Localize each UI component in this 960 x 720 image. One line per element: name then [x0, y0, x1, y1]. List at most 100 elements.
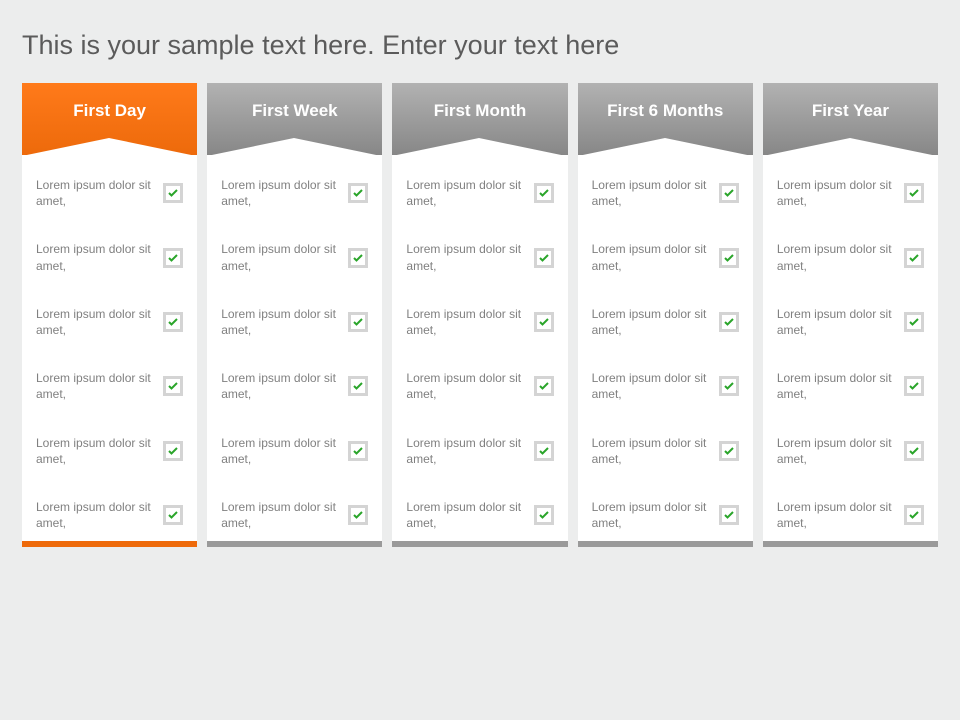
- list-item: Lorem ipsum dolor sit amet,: [777, 370, 924, 402]
- list-item-text: Lorem ipsum dolor sit amet,: [36, 177, 155, 209]
- check-icon: [163, 441, 183, 461]
- list-item: Lorem ipsum dolor sit amet,: [406, 306, 553, 338]
- list-item: Lorem ipsum dolor sit amet,: [406, 435, 553, 467]
- list-item: Lorem ipsum dolor sit amet,: [221, 177, 368, 209]
- list-item: Lorem ipsum dolor sit amet,: [406, 177, 553, 209]
- check-icon: [348, 505, 368, 525]
- column-body: Lorem ipsum dolor sit amet, Lorem ipsum d…: [392, 155, 567, 541]
- check-icon: [534, 248, 554, 268]
- check-icon: [348, 376, 368, 396]
- list-item-text: Lorem ipsum dolor sit amet,: [221, 241, 340, 273]
- column-footer-bar: [22, 541, 197, 547]
- list-item: Lorem ipsum dolor sit amet,: [777, 241, 924, 273]
- check-icon: [534, 505, 554, 525]
- check-icon: [904, 376, 924, 396]
- check-icon: [163, 183, 183, 203]
- check-icon: [719, 183, 739, 203]
- check-icon: [163, 376, 183, 396]
- check-icon: [348, 248, 368, 268]
- list-item-text: Lorem ipsum dolor sit amet,: [406, 177, 525, 209]
- timeline-column: First WeekLorem ipsum dolor sit amet,Lor…: [207, 83, 382, 547]
- check-icon: [534, 441, 554, 461]
- list-item-text: Lorem ipsum dolor sit amet,: [777, 177, 896, 209]
- column-header: First Week: [207, 83, 382, 155]
- list-item: Lorem ipsum dolor sit amet,: [406, 241, 553, 273]
- list-item: Lorem ipsum dolor sit amet,: [777, 499, 924, 531]
- timeline-column: First 6 MonthsLorem ipsum dolor sit amet…: [578, 83, 753, 547]
- list-item: Lorem ipsum dolor sit amet,: [592, 306, 739, 338]
- check-icon: [719, 312, 739, 332]
- column-footer-bar: [578, 541, 753, 547]
- list-item-text: Lorem ipsum dolor sit amet,: [592, 499, 711, 531]
- column-header: First Day: [22, 83, 197, 155]
- list-item-text: Lorem ipsum dolor sit amet,: [592, 435, 711, 467]
- list-item: Lorem ipsum dolor sit amet,: [221, 370, 368, 402]
- check-icon: [348, 312, 368, 332]
- list-item-text: Lorem ipsum dolor sit amet,: [221, 177, 340, 209]
- list-item-text: Lorem ipsum dolor sit amet,: [777, 435, 896, 467]
- check-icon: [163, 312, 183, 332]
- list-item: Lorem ipsum dolor sit amet,: [592, 177, 739, 209]
- list-item-text: Lorem ipsum dolor sit amet,: [406, 499, 525, 531]
- column-header: First 6 Months: [578, 83, 753, 155]
- check-icon: [534, 312, 554, 332]
- list-item-text: Lorem ipsum dolor sit amet,: [406, 370, 525, 402]
- check-icon: [163, 505, 183, 525]
- list-item-text: Lorem ipsum dolor sit amet,: [406, 435, 525, 467]
- list-item-text: Lorem ipsum dolor sit amet,: [36, 306, 155, 338]
- list-item: Lorem ipsum dolor sit amet,: [406, 370, 553, 402]
- column-body: Lorem ipsum dolor sit amet, Lorem ipsum d…: [763, 155, 938, 541]
- column-body: Lorem ipsum dolor sit amet, Lorem ipsum d…: [207, 155, 382, 541]
- list-item-text: Lorem ipsum dolor sit amet,: [592, 241, 711, 273]
- check-icon: [348, 441, 368, 461]
- column-body: Lorem ipsum dolor sit amet, Lorem ipsum d…: [22, 155, 197, 541]
- column-header: First Month: [392, 83, 567, 155]
- list-item: Lorem ipsum dolor sit amet,: [221, 306, 368, 338]
- check-icon: [719, 376, 739, 396]
- check-icon: [719, 248, 739, 268]
- list-item: Lorem ipsum dolor sit amet,: [221, 435, 368, 467]
- list-item-text: Lorem ipsum dolor sit amet,: [221, 306, 340, 338]
- list-item: Lorem ipsum dolor sit amet,: [592, 370, 739, 402]
- list-item-text: Lorem ipsum dolor sit amet,: [592, 370, 711, 402]
- list-item: Lorem ipsum dolor sit amet,: [221, 241, 368, 273]
- check-icon: [719, 441, 739, 461]
- list-item-text: Lorem ipsum dolor sit amet,: [36, 370, 155, 402]
- list-item-text: Lorem ipsum dolor sit amet,: [592, 306, 711, 338]
- list-item-text: Lorem ipsum dolor sit amet,: [777, 370, 896, 402]
- check-icon: [163, 248, 183, 268]
- timeline-column: First YearLorem ipsum dolor sit amet,Lor…: [763, 83, 938, 547]
- check-icon: [348, 183, 368, 203]
- list-item: Lorem ipsum dolor sit amet,: [36, 370, 183, 402]
- list-item-text: Lorem ipsum dolor sit amet,: [406, 306, 525, 338]
- list-item: Lorem ipsum dolor sit amet,: [36, 241, 183, 273]
- list-item: Lorem ipsum dolor sit amet,: [592, 435, 739, 467]
- check-icon: [534, 376, 554, 396]
- check-icon: [904, 183, 924, 203]
- list-item-text: Lorem ipsum dolor sit amet,: [592, 177, 711, 209]
- list-item: Lorem ipsum dolor sit amet,: [777, 435, 924, 467]
- list-item: Lorem ipsum dolor sit amet,: [221, 499, 368, 531]
- column-header: First Year: [763, 83, 938, 155]
- check-icon: [904, 505, 924, 525]
- list-item-text: Lorem ipsum dolor sit amet,: [36, 499, 155, 531]
- list-item-text: Lorem ipsum dolor sit amet,: [221, 499, 340, 531]
- check-icon: [904, 312, 924, 332]
- list-item: Lorem ipsum dolor sit amet,: [777, 306, 924, 338]
- list-item-text: Lorem ipsum dolor sit amet,: [777, 499, 896, 531]
- list-item: Lorem ipsum dolor sit amet,: [777, 177, 924, 209]
- list-item: Lorem ipsum dolor sit amet,: [36, 306, 183, 338]
- list-item-text: Lorem ipsum dolor sit amet,: [221, 370, 340, 402]
- list-item: Lorem ipsum dolor sit amet,: [406, 499, 553, 531]
- list-item-text: Lorem ipsum dolor sit amet,: [36, 241, 155, 273]
- check-icon: [534, 183, 554, 203]
- column-footer-bar: [207, 541, 382, 547]
- timeline-column: First MonthLorem ipsum dolor sit amet,Lo…: [392, 83, 567, 547]
- list-item: Lorem ipsum dolor sit amet,: [36, 177, 183, 209]
- list-item-text: Lorem ipsum dolor sit amet,: [777, 306, 896, 338]
- column-body: Lorem ipsum dolor sit amet, Lorem ipsum d…: [578, 155, 753, 541]
- column-footer-bar: [392, 541, 567, 547]
- list-item: Lorem ipsum dolor sit amet,: [36, 435, 183, 467]
- check-icon: [719, 505, 739, 525]
- timeline-column: First DayLorem ipsum dolor sit amet,Lore…: [22, 83, 197, 547]
